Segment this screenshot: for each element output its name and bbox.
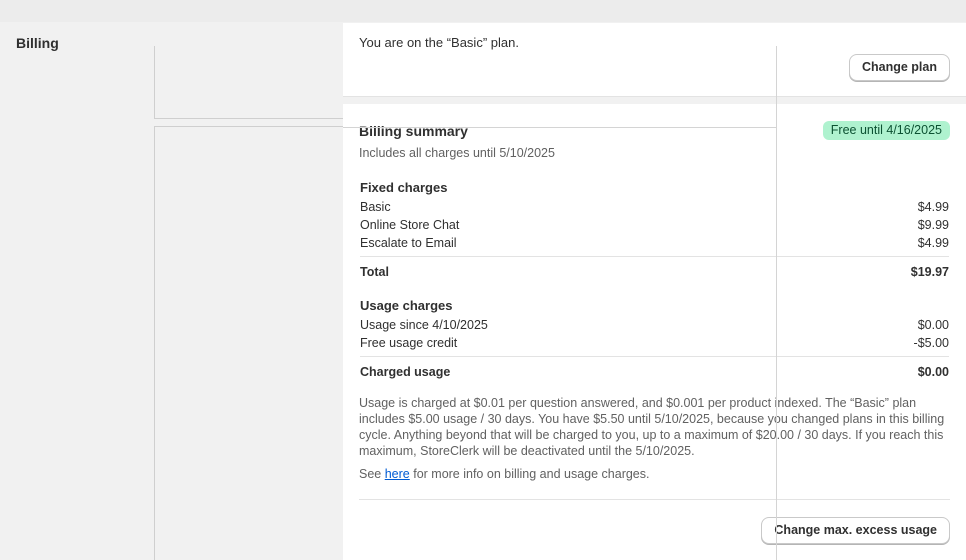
total-label: Total bbox=[360, 265, 389, 279]
charge-row: Basic $4.99 bbox=[360, 198, 949, 216]
charge-value: $4.99 bbox=[917, 200, 949, 214]
usage-note: Usage is charged at $0.01 per question a… bbox=[359, 396, 945, 458]
usage-label: Usage since 4/10/2025 bbox=[360, 318, 488, 332]
fixed-total-row: Total $19.97 bbox=[360, 256, 949, 283]
top-strip bbox=[0, 0, 966, 22]
ghost-frame-top bbox=[154, 46, 343, 119]
billing-summary-card: Billing summary Free until 4/16/2025 Inc… bbox=[343, 104, 966, 560]
current-plan-text: You are on the “Basic” plan. bbox=[359, 35, 519, 50]
summary-title: Billing summary bbox=[359, 123, 468, 139]
usage-row: Usage since 4/10/2025 $0.00 bbox=[360, 316, 949, 334]
usage-value: $0.00 bbox=[917, 318, 949, 332]
usage-charges-section: Usage charges Usage since 4/10/2025 $0.0… bbox=[360, 296, 949, 383]
ghost-frame-bottom bbox=[154, 126, 343, 560]
usage-value: -$5.00 bbox=[913, 336, 949, 350]
overlay-guide-horizontal bbox=[343, 127, 777, 128]
sidebar-title: Billing bbox=[16, 35, 59, 51]
charge-label: Escalate to Email bbox=[360, 236, 457, 250]
change-plan-button[interactable]: Change plan bbox=[848, 54, 950, 81]
charge-value: $4.99 bbox=[917, 236, 949, 250]
usage-row: Free usage credit -$5.00 bbox=[360, 334, 949, 352]
charge-label: Online Store Chat bbox=[360, 218, 460, 232]
divider bbox=[359, 499, 950, 500]
change-max-usage-button[interactable]: Change max. excess usage bbox=[761, 517, 950, 544]
plan-card: You are on the “Basic” plan. Change plan bbox=[343, 23, 966, 97]
charged-usage-row: Charged usage $0.00 bbox=[360, 356, 949, 383]
charge-value: $9.99 bbox=[917, 218, 949, 232]
free-until-badge: Free until 4/16/2025 bbox=[822, 121, 950, 140]
see-suffix: for more info on billing and usage charg… bbox=[409, 467, 650, 481]
more-info-text: See here for more info on billing and us… bbox=[359, 467, 649, 481]
total-value: $19.97 bbox=[910, 265, 949, 279]
billing-page: Billing You are on the “Basic” plan. Cha… bbox=[0, 0, 966, 560]
charged-usage-label: Charged usage bbox=[360, 365, 451, 379]
charge-label: Basic bbox=[360, 200, 391, 214]
fixed-charges-heading: Fixed charges bbox=[360, 180, 448, 195]
charge-row: Escalate to Email $4.99 bbox=[360, 234, 949, 252]
here-link[interactable]: here bbox=[385, 467, 410, 481]
summary-subtitle: Includes all charges until 5/10/2025 bbox=[359, 146, 555, 160]
charge-row: Online Store Chat $9.99 bbox=[360, 216, 949, 234]
overlay-guide-vertical bbox=[776, 46, 777, 560]
fixed-charges-section: Fixed charges Basic $4.99 Online Store C… bbox=[360, 178, 949, 283]
see-prefix: See bbox=[359, 467, 385, 481]
charged-usage-value: $0.00 bbox=[917, 365, 949, 379]
usage-label: Free usage credit bbox=[360, 336, 458, 350]
usage-charges-heading: Usage charges bbox=[360, 298, 453, 313]
